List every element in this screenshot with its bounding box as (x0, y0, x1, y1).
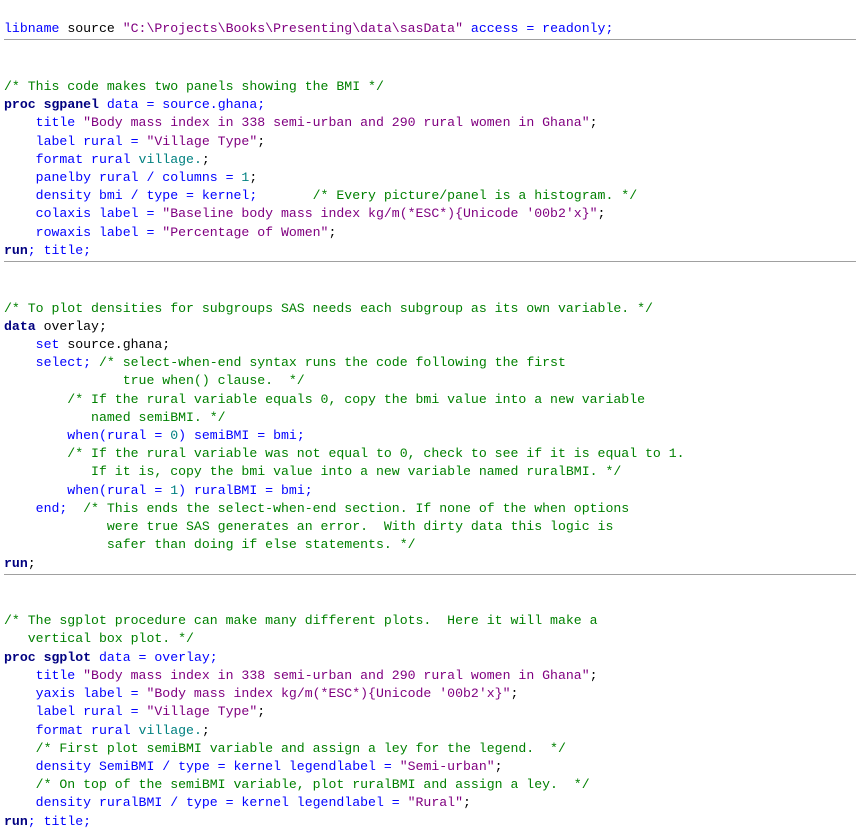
code-number: 0 (170, 428, 178, 443)
code-string: "Village Type" (146, 704, 257, 719)
code-token: ; (590, 668, 598, 683)
code-token (4, 282, 12, 297)
code-token: proc (4, 650, 36, 665)
code-string: "Village Type" (146, 134, 257, 149)
code-token (36, 97, 44, 112)
code-comment: /* Every picture/panel is a histogram. *… (313, 188, 637, 203)
code-token: ; (202, 723, 210, 738)
code-token: data = overlay; (91, 650, 218, 665)
code-token: run (4, 243, 28, 258)
code-comment: /* First plot semiBMI variable and assig… (4, 741, 566, 756)
code-token: ; (495, 759, 503, 774)
code-token: density bmi / type = kernel; (4, 188, 313, 203)
code-token: format rural (4, 152, 139, 167)
code-token: run (4, 814, 28, 829)
code-token: data = source.ghana; (99, 97, 265, 112)
code-block: libname source "C:\Projects\Books\Presen… (0, 0, 860, 837)
code-token: ; (463, 795, 471, 810)
code-comment: safer than doing if else statements. */ (4, 537, 416, 552)
code-token: select; (4, 355, 99, 370)
code-token: ; (328, 225, 336, 240)
code-comment: /* This code makes two panels showing th… (4, 79, 384, 94)
code-token: rowaxis label = (4, 225, 162, 240)
code-comment: /* The sgplot procedure can make many di… (4, 613, 598, 628)
code-comment: named semiBMI. */ (4, 410, 226, 425)
code-token (36, 650, 44, 665)
code-string: "Semi-urban" (400, 759, 495, 774)
code-comment: /* If the rural variable was not equal t… (4, 446, 685, 461)
code-token: ; (249, 170, 257, 185)
code-token: yaxis label = (4, 686, 146, 701)
code-string: "Percentage of Women" (162, 225, 328, 240)
code-comment: vertical box plot. */ (4, 631, 194, 646)
code-token: density SemiBMI / type = kernel legendla… (4, 759, 400, 774)
code-comment: were true SAS generates an error. With d… (4, 519, 613, 534)
code-token: when(rural = (4, 483, 170, 498)
code-token: sgpanel (44, 97, 99, 112)
code-comment: true when() clause. */ (4, 373, 305, 388)
code-string: "Body mass index in 338 semi-urban and 2… (83, 115, 589, 130)
code-token: "C:\Projects\Books\Presenting\data\sasDa… (123, 21, 463, 36)
code-token: libname (4, 21, 59, 36)
code-token: ) ruralBMI = bmi; (178, 483, 313, 498)
code-token: colaxis label = (4, 206, 162, 221)
code-comment: /* This ends the select-when-end section… (83, 501, 629, 516)
code-token: panelby rural / columns = (4, 170, 241, 185)
code-string: "Body mass index in 338 semi-urban and 2… (83, 668, 589, 683)
code-token (4, 595, 12, 610)
code-token: sgplot (44, 650, 91, 665)
section-divider (4, 39, 856, 40)
code-token: proc (4, 97, 36, 112)
code-token: overlay; (36, 319, 107, 334)
code-token: when(rural = (4, 428, 170, 443)
code-comment: /* To plot densities for subgroups SAS n… (4, 301, 653, 316)
code-string: "Rural" (408, 795, 463, 810)
section-divider (4, 261, 856, 262)
code-token: ; (202, 152, 210, 167)
code-token: end; (4, 501, 83, 516)
code-comment: /* If the rural variable equals 0, copy … (4, 392, 645, 407)
code-format: village. (139, 152, 202, 167)
code-token: access = readonly; (463, 21, 613, 36)
code-token (4, 61, 12, 76)
code-token: source (59, 21, 122, 36)
code-token: data (4, 319, 36, 334)
code-comment: /* select-when-end syntax runs the code … (99, 355, 566, 370)
code-token: ; (257, 704, 265, 719)
code-token: set (4, 337, 59, 352)
code-token: run (4, 556, 28, 571)
code-token: title (4, 668, 83, 683)
code-number: 1 (170, 483, 178, 498)
code-token: ; title; (28, 243, 91, 258)
code-token: ; (590, 115, 598, 130)
code-token: label rural = (4, 134, 146, 149)
code-string: "Baseline body mass index kg/m(*ESC*){Un… (162, 206, 597, 221)
code-comment: If it is, copy the bmi value into a new … (4, 464, 621, 479)
code-token: ; (28, 556, 36, 571)
code-token: ; (598, 206, 606, 221)
code-token: ) semiBMI = bmi; (178, 428, 305, 443)
code-token: ; title; (28, 814, 91, 829)
code-token: density ruralBMI / type = kernel legendl… (4, 795, 408, 810)
code-token: label rural = (4, 704, 146, 719)
code-token: format rural (4, 723, 139, 738)
code-string: "Body mass index kg/m(*ESC*){Unicode '00… (146, 686, 510, 701)
code-token: source.ghana; (59, 337, 170, 352)
code-format: village. (139, 723, 202, 738)
code-comment: /* On top of the semiBMI variable, plot … (4, 777, 590, 792)
code-token: title (4, 115, 83, 130)
code-token: ; (511, 686, 519, 701)
section-divider (4, 574, 856, 575)
code-token: ; (257, 134, 265, 149)
